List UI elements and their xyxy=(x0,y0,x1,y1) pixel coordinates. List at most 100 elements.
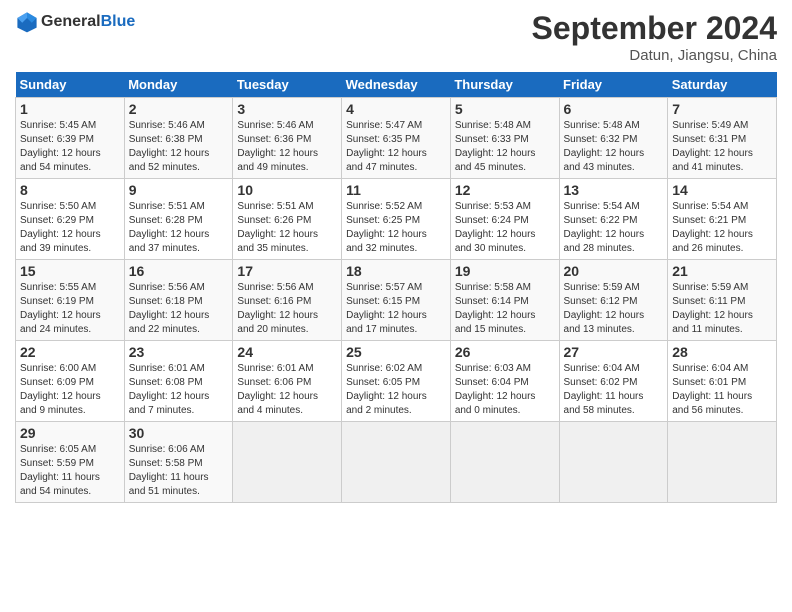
table-row: 13 Sunrise: 5:54 AM Sunset: 6:22 PM Dayli… xyxy=(559,179,668,260)
day-number: 29 xyxy=(20,425,120,441)
table-row: 1 Sunrise: 5:45 AM Sunset: 6:39 PM Daylig… xyxy=(16,98,125,179)
day-number: 2 xyxy=(129,101,229,117)
day-info: Sunrise: 6:01 AM Sunset: 6:06 PM Dayligh… xyxy=(237,362,337,418)
table-row: 24 Sunrise: 6:01 AM Sunset: 6:06 PM Dayli… xyxy=(233,341,342,422)
table-row: 27 Sunrise: 6:04 AM Sunset: 6:02 PM Dayli… xyxy=(559,341,668,422)
day-info: Sunrise: 5:45 AM Sunset: 6:39 PM Dayligh… xyxy=(20,119,120,175)
day-info: Sunrise: 5:46 AM Sunset: 6:38 PM Dayligh… xyxy=(129,119,229,175)
day-number: 24 xyxy=(237,344,337,360)
calendar-table: Sunday Monday Tuesday Wednesday Thursday… xyxy=(15,72,777,503)
header: GeneralBlue September 2024 Datun, Jiangs… xyxy=(15,10,777,64)
day-number: 7 xyxy=(672,101,772,117)
table-row: 20Sunrise: 5:59 AM Sunset: 6:12 PM Dayli… xyxy=(559,260,668,341)
day-info: Sunrise: 5:54 AM Sunset: 6:21 PM Dayligh… xyxy=(672,200,772,256)
day-info: Sunrise: 5:50 AM Sunset: 6:29 PM Dayligh… xyxy=(20,200,120,256)
logo-icon xyxy=(15,10,39,34)
table-row: 26Sunrise: 6:03 AM Sunset: 6:04 PM Dayli… xyxy=(450,341,559,422)
day-info: Sunrise: 5:57 AM Sunset: 6:15 PM Dayligh… xyxy=(346,281,446,337)
table-row: 2 Sunrise: 5:46 AM Sunset: 6:38 PM Daylig… xyxy=(124,98,233,179)
day-number: 21 xyxy=(672,263,772,279)
day-info: Sunrise: 5:51 AM Sunset: 6:28 PM Dayligh… xyxy=(129,200,229,256)
day-number: 17 xyxy=(237,263,337,279)
day-number: 9 xyxy=(129,182,229,198)
day-info: Sunrise: 6:04 AM Sunset: 6:02 PM Dayligh… xyxy=(564,362,664,418)
day-number: 26 xyxy=(455,344,555,360)
day-number: 25 xyxy=(346,344,446,360)
month-title: September 2024 xyxy=(532,10,777,47)
table-row: 8 Sunrise: 5:50 AM Sunset: 6:29 PM Daylig… xyxy=(16,179,125,260)
table-row: 3 Sunrise: 5:46 AM Sunset: 6:36 PM Daylig… xyxy=(233,98,342,179)
day-number: 20 xyxy=(564,263,664,279)
day-info: Sunrise: 5:54 AM Sunset: 6:22 PM Dayligh… xyxy=(564,200,664,256)
table-row xyxy=(233,422,342,503)
day-info: Sunrise: 5:58 AM Sunset: 6:14 PM Dayligh… xyxy=(455,281,555,337)
day-info: Sunrise: 6:04 AM Sunset: 6:01 PM Dayligh… xyxy=(672,362,772,418)
table-row xyxy=(668,422,777,503)
table-row xyxy=(450,422,559,503)
day-number: 8 xyxy=(20,182,120,198)
day-number: 19 xyxy=(455,263,555,279)
day-number: 28 xyxy=(672,344,772,360)
col-wednesday: Wednesday xyxy=(342,72,451,98)
table-row: 5 Sunrise: 5:48 AM Sunset: 6:33 PM Daylig… xyxy=(450,98,559,179)
day-info: Sunrise: 6:02 AM Sunset: 6:05 PM Dayligh… xyxy=(346,362,446,418)
table-row: 21Sunrise: 5:59 AM Sunset: 6:11 PM Dayli… xyxy=(668,260,777,341)
col-monday: Monday xyxy=(124,72,233,98)
day-number: 12 xyxy=(455,182,555,198)
day-number: 23 xyxy=(129,344,229,360)
day-number: 3 xyxy=(237,101,337,117)
day-info: Sunrise: 6:00 AM Sunset: 6:09 PM Dayligh… xyxy=(20,362,120,418)
calendar-container: GeneralBlue September 2024 Datun, Jiangs… xyxy=(0,0,792,513)
table-row: 28 Sunrise: 6:04 AM Sunset: 6:01 PM Dayli… xyxy=(668,341,777,422)
col-sunday: Sunday xyxy=(16,72,125,98)
table-row: 30Sunrise: 6:06 AM Sunset: 5:58 PM Dayli… xyxy=(124,422,233,503)
table-row: 10 Sunrise: 5:51 AM Sunset: 6:26 PM Dayli… xyxy=(233,179,342,260)
day-info: Sunrise: 6:05 AM Sunset: 5:59 PM Dayligh… xyxy=(20,443,120,499)
day-number: 27 xyxy=(564,344,664,360)
calendar-week-row: 8 Sunrise: 5:50 AM Sunset: 6:29 PM Daylig… xyxy=(16,179,777,260)
day-number: 15 xyxy=(20,263,120,279)
day-info: Sunrise: 5:51 AM Sunset: 6:26 PM Dayligh… xyxy=(237,200,337,256)
table-row: 7 Sunrise: 5:49 AM Sunset: 6:31 PM Daylig… xyxy=(668,98,777,179)
table-row: 16Sunrise: 5:56 AM Sunset: 6:18 PM Dayli… xyxy=(124,260,233,341)
day-info: Sunrise: 5:49 AM Sunset: 6:31 PM Dayligh… xyxy=(672,119,772,175)
column-headers: Sunday Monday Tuesday Wednesday Thursday… xyxy=(16,72,777,98)
day-number: 18 xyxy=(346,263,446,279)
calendar-week-row: 29 Sunrise: 6:05 AM Sunset: 5:59 PM Dayli… xyxy=(16,422,777,503)
logo: GeneralBlue xyxy=(15,10,135,34)
table-row: 19 Sunrise: 5:58 AM Sunset: 6:14 PM Dayli… xyxy=(450,260,559,341)
logo-text: GeneralBlue xyxy=(41,13,135,31)
table-row: 12Sunrise: 5:53 AM Sunset: 6:24 PM Dayli… xyxy=(450,179,559,260)
day-info: Sunrise: 5:56 AM Sunset: 6:16 PM Dayligh… xyxy=(237,281,337,337)
day-number: 16 xyxy=(129,263,229,279)
day-info: Sunrise: 5:55 AM Sunset: 6:19 PM Dayligh… xyxy=(20,281,120,337)
table-row: 25 Sunrise: 6:02 AM Sunset: 6:05 PM Dayli… xyxy=(342,341,451,422)
day-number: 30 xyxy=(129,425,229,441)
day-number: 14 xyxy=(672,182,772,198)
table-row: 9 Sunrise: 5:51 AM Sunset: 6:28 PM Daylig… xyxy=(124,179,233,260)
table-row: 15 Sunrise: 5:55 AM Sunset: 6:19 PM Dayli… xyxy=(16,260,125,341)
day-number: 11 xyxy=(346,182,446,198)
day-number: 10 xyxy=(237,182,337,198)
table-row: 14 Sunrise: 5:54 AM Sunset: 6:21 PM Dayli… xyxy=(668,179,777,260)
table-row: 6Sunrise: 5:48 AM Sunset: 6:32 PM Daylig… xyxy=(559,98,668,179)
calendar-week-row: 1 Sunrise: 5:45 AM Sunset: 6:39 PM Daylig… xyxy=(16,98,777,179)
table-row xyxy=(342,422,451,503)
title-block: September 2024 Datun, Jiangsu, China xyxy=(532,10,777,64)
table-row: 17 Sunrise: 5:56 AM Sunset: 6:16 PM Dayli… xyxy=(233,260,342,341)
table-row: 4Sunrise: 5:47 AM Sunset: 6:35 PM Daylig… xyxy=(342,98,451,179)
day-info: Sunrise: 5:48 AM Sunset: 6:33 PM Dayligh… xyxy=(455,119,555,175)
calendar-week-row: 22Sunrise: 6:00 AM Sunset: 6:09 PM Dayli… xyxy=(16,341,777,422)
table-row: 18 Sunrise: 5:57 AM Sunset: 6:15 PM Dayli… xyxy=(342,260,451,341)
day-number: 5 xyxy=(455,101,555,117)
col-friday: Friday xyxy=(559,72,668,98)
table-row: 29 Sunrise: 6:05 AM Sunset: 5:59 PM Dayli… xyxy=(16,422,125,503)
table-row: 23Sunrise: 6:01 AM Sunset: 6:08 PM Dayli… xyxy=(124,341,233,422)
day-number: 13 xyxy=(564,182,664,198)
day-info: Sunrise: 5:52 AM Sunset: 6:25 PM Dayligh… xyxy=(346,200,446,256)
day-info: Sunrise: 5:46 AM Sunset: 6:36 PM Dayligh… xyxy=(237,119,337,175)
col-saturday: Saturday xyxy=(668,72,777,98)
day-number: 1 xyxy=(20,101,120,117)
table-row: 22Sunrise: 6:00 AM Sunset: 6:09 PM Dayli… xyxy=(16,341,125,422)
day-number: 6 xyxy=(564,101,664,117)
